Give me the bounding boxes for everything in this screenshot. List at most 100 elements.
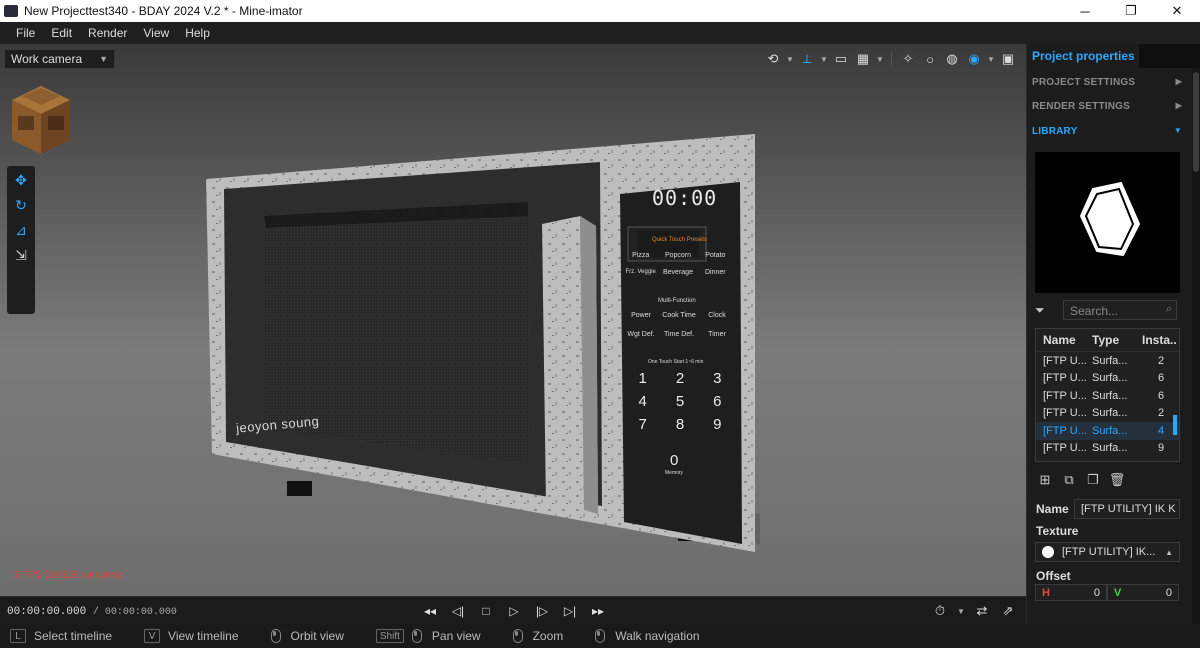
tab-empty-area xyxy=(1139,44,1200,68)
next-frame-icon[interactable]: |▷ xyxy=(532,601,552,621)
view-cube[interactable] xyxy=(8,82,74,156)
stop-icon[interactable]: □ xyxy=(476,601,496,621)
offset-h-field[interactable]: H 0 xyxy=(1035,584,1107,601)
menu-edit[interactable]: Edit xyxy=(43,26,80,40)
close-button[interactable]: ✕ xyxy=(1154,0,1200,22)
section-label: RENDER SETTINGS xyxy=(1032,101,1131,112)
hint-label: Orbit view xyxy=(290,629,344,643)
status-bar: L Select timeline V View timeline Orbit … xyxy=(0,624,1200,648)
name-input[interactable]: [FTP UTILITY] IK K xyxy=(1074,499,1180,519)
import-icon[interactable]: ⧉ xyxy=(1061,472,1077,488)
section-library[interactable]: LIBRARY ▼ xyxy=(1032,126,1182,137)
chevron-down-icon[interactable]: ▼ xyxy=(875,49,885,69)
multi-cook-time: Cook Time xyxy=(662,312,696,319)
chevron-down-icon[interactable]: ▼ xyxy=(986,49,996,69)
viewport[interactable]: 00:00 Quick Touch Presets Pizza Popcorn … xyxy=(0,44,1026,596)
multi-timer: Timer xyxy=(708,331,726,338)
rotate-icon[interactable]: ↻ xyxy=(10,194,32,216)
row-count: 4 xyxy=(1157,424,1165,437)
search-icon: ⌕ xyxy=(1165,303,1172,315)
bend-icon[interactable]: ⇲ xyxy=(10,244,32,266)
menu-view[interactable]: View xyxy=(135,26,177,40)
search-input[interactable]: Search... ⌕ xyxy=(1063,300,1177,320)
menu-render[interactable]: Render xyxy=(80,26,135,40)
chevron-right-icon: ▶ xyxy=(1175,77,1182,86)
table-row[interactable]: [FTP U... Surfa... 9 xyxy=(1036,440,1179,458)
play-icon[interactable]: ▷ xyxy=(504,601,524,621)
jump-start-icon[interactable]: ◂◂ xyxy=(420,601,440,621)
table-row[interactable]: [FTP U... Surfa... 2 xyxy=(1036,352,1179,370)
render-full-icon[interactable]: ◉ xyxy=(964,49,984,69)
panel-scrollbar[interactable] xyxy=(1192,68,1200,624)
column-type[interactable]: Type xyxy=(1086,333,1136,347)
texture-select-value: [FTP UTILITY] IK... xyxy=(1062,546,1156,558)
duplicate-icon[interactable]: ❐ xyxy=(1085,472,1101,488)
secondary-view-icon[interactable]: ▣ xyxy=(998,49,1018,69)
add-resource-icon[interactable]: ⊞ xyxy=(1037,472,1053,488)
library-search-row: ⏷ Search... ⌕ xyxy=(1035,300,1180,320)
grid-icon[interactable]: ▦ xyxy=(853,49,873,69)
section-render-settings[interactable]: RENDER SETTINGS ▶ xyxy=(1032,101,1182,112)
texture-select[interactable]: [FTP UTILITY] IK... ▲ xyxy=(1035,542,1180,562)
row-count: 9 xyxy=(1157,442,1165,455)
render-solid-icon[interactable]: ○ xyxy=(920,49,940,69)
chevron-up-icon: ▲ xyxy=(1165,548,1173,557)
preset-dinner: Dinner xyxy=(705,269,726,276)
move-icon[interactable]: ✥ xyxy=(10,169,32,191)
presets-title: Quick Touch Presets xyxy=(652,237,707,243)
row-type: Surfa... xyxy=(1092,407,1128,420)
scrollbar-thumb[interactable] xyxy=(1193,72,1199,172)
offset-v-field[interactable]: V 0 xyxy=(1107,584,1179,601)
jump-end-icon[interactable]: ▸▸ xyxy=(588,601,608,621)
particles-icon[interactable]: ✧ xyxy=(898,49,918,69)
search-placeholder: Search... xyxy=(1070,304,1119,318)
title-bar: New Projecttest340 - BDAY 2024 V.2 * - M… xyxy=(0,0,1200,22)
table-row[interactable]: [FTP U... Surfa... 2 xyxy=(1036,405,1179,423)
key-6: 6 xyxy=(713,393,722,410)
scale-icon[interactable]: ⊿ xyxy=(10,219,32,241)
chevron-down-icon[interactable]: ▼ xyxy=(956,601,966,621)
maximize-button[interactable]: ❐ xyxy=(1108,0,1154,22)
gizmo-axes-icon[interactable]: ⟂ xyxy=(797,49,817,69)
texture-label: Texture xyxy=(1036,524,1079,538)
trash-icon[interactable]: 🗑 xyxy=(1109,472,1126,488)
row-name: [FTP U... xyxy=(1043,442,1086,455)
snap-icon[interactable]: ⟲ xyxy=(763,49,783,69)
table-row-selected[interactable]: [FTP U... Surfa... 4 xyxy=(1036,422,1179,440)
texture-thumbnail xyxy=(1042,546,1054,558)
table-row[interactable]: [FTP U... Surfa... 6 xyxy=(1036,387,1179,405)
duration-time: / 00:00:00.000 xyxy=(92,607,177,618)
row-count: 2 xyxy=(1157,354,1165,367)
minimize-button[interactable]: ─ xyxy=(1062,0,1108,22)
row-name: [FTP U... xyxy=(1043,389,1086,402)
start-title: One Touch Start 1~6 min xyxy=(648,359,704,365)
table-row[interactable]: [FTP U... Surfa... 6 xyxy=(1036,370,1179,388)
section-project-settings[interactable]: PROJECT SETTINGS ▶ xyxy=(1032,77,1182,88)
menu-help[interactable]: Help xyxy=(177,26,218,40)
export-icon[interactable]: ⇗ xyxy=(998,601,1018,621)
current-time: 00:00:00.000 xyxy=(7,606,87,618)
render-material-icon[interactable]: ◍ xyxy=(942,49,962,69)
window-title: New Projecttest340 - BDAY 2024 V.2 * - M… xyxy=(24,4,303,18)
menu-file[interactable]: File xyxy=(8,26,43,40)
timer-icon[interactable]: ⏱ xyxy=(930,601,950,621)
column-name[interactable]: Name xyxy=(1036,333,1086,347)
filter-icon[interactable]: ⏷ xyxy=(1035,303,1051,319)
chevron-down-icon[interactable]: ▼ xyxy=(819,49,829,69)
chevron-down-icon[interactable]: ▼ xyxy=(785,49,795,69)
hint-zoom: Zoom xyxy=(512,629,563,643)
microwave-clock: 00:00 xyxy=(652,186,718,210)
offset-v-axis: V xyxy=(1114,587,1122,599)
table-scrollbar[interactable] xyxy=(1173,415,1177,435)
offset-label: Offset xyxy=(1036,569,1071,583)
name-label: Name xyxy=(1036,502,1069,516)
hint-label: Select timeline xyxy=(34,629,113,643)
camera-select[interactable]: Work camera ▼ xyxy=(4,49,115,69)
column-instances[interactable]: Insta... xyxy=(1136,333,1176,347)
aspect-ratio-icon[interactable]: ▭ xyxy=(831,49,851,69)
loop-icon[interactable]: ⇄ xyxy=(972,601,992,621)
tab-project-properties[interactable]: Project properties xyxy=(1027,44,1139,68)
preset-popcorn: Popcorn xyxy=(664,252,692,259)
previous-frame-icon[interactable]: ◁| xyxy=(448,601,468,621)
next-keyframe-icon[interactable]: ▷| xyxy=(560,601,580,621)
